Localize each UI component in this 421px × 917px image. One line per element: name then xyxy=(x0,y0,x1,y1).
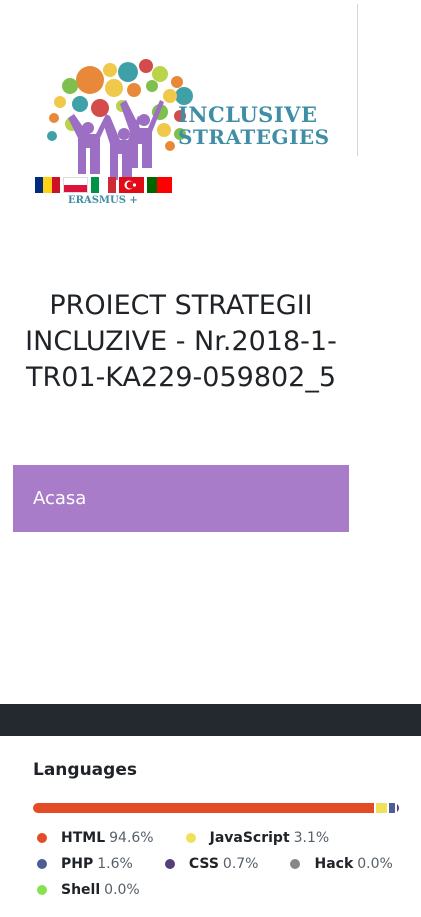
flag-italy-icon xyxy=(91,177,116,193)
logo-title-line1: INCLUSIVE xyxy=(178,102,318,127)
languages-section: Languages HTML 94.6% JavaScript 3.1% PHP… xyxy=(33,760,403,898)
flags-row xyxy=(35,177,172,193)
language-name: Hack xyxy=(314,856,354,872)
footer-bar xyxy=(0,704,421,736)
css-dot-icon xyxy=(164,859,175,869)
php-dot-icon xyxy=(37,859,47,869)
languages-list: HTML 94.6% JavaScript 3.1% PHP 1.6% CSS … xyxy=(33,825,403,903)
languages-progress-bar xyxy=(33,803,399,813)
site-title[interactable]: PROIECT STRATEGII INCLUZIVE - Nr.2018-1-… xyxy=(0,288,362,396)
languages-heading: Languages xyxy=(33,760,137,780)
logo-subtitle: ERASMUS + xyxy=(68,195,138,206)
language-percent: 94.6% xyxy=(109,830,154,846)
language-name: HTML xyxy=(61,830,106,846)
logo-title: INCLUSIVE STRATEGIES xyxy=(178,102,330,149)
language-percent: 3.1% xyxy=(293,830,330,846)
language-percent: 0.7% xyxy=(222,856,259,872)
nav-item-label: Acasa xyxy=(33,488,87,509)
html-dot-icon xyxy=(37,833,47,843)
language-percent: 0.0% xyxy=(104,882,140,898)
nav-item-acasa[interactable]: Acasa xyxy=(13,465,349,532)
languages-bar-segment-javascript xyxy=(375,803,387,813)
hack-dot-icon xyxy=(290,859,301,869)
language-item-html[interactable]: HTML 94.6% xyxy=(33,830,154,846)
language-item-php[interactable]: PHP 1.6% xyxy=(33,856,133,872)
language-name: CSS xyxy=(188,856,219,872)
language-name: PHP xyxy=(61,856,94,872)
language-name: Shell xyxy=(61,882,101,898)
language-item-javascript[interactable]: JavaScript 3.1% xyxy=(182,830,330,846)
language-item-css[interactable]: CSS 0.7% xyxy=(161,856,259,872)
flag-poland-icon xyxy=(63,177,88,193)
javascript-dot-icon xyxy=(185,833,196,843)
language-percent: 1.6% xyxy=(97,856,133,872)
languages-bar-segment-php xyxy=(388,803,395,813)
flag-turkey-icon xyxy=(119,177,144,193)
language-name: JavaScript xyxy=(209,830,290,846)
languages-bar-segment-html xyxy=(33,803,374,813)
flag-romania-icon xyxy=(35,177,60,193)
flag-portugal-icon xyxy=(147,177,172,193)
shell-dot-icon xyxy=(37,885,47,895)
languages-bar-segment-css xyxy=(396,803,399,813)
language-item-hack[interactable]: Hack 0.0% xyxy=(286,856,393,872)
header-divider xyxy=(357,4,358,156)
logo-title-line2: STRATEGIES xyxy=(178,125,330,149)
language-percent: 0.0% xyxy=(357,856,393,872)
language-item-shell[interactable]: Shell 0.0% xyxy=(33,882,140,898)
